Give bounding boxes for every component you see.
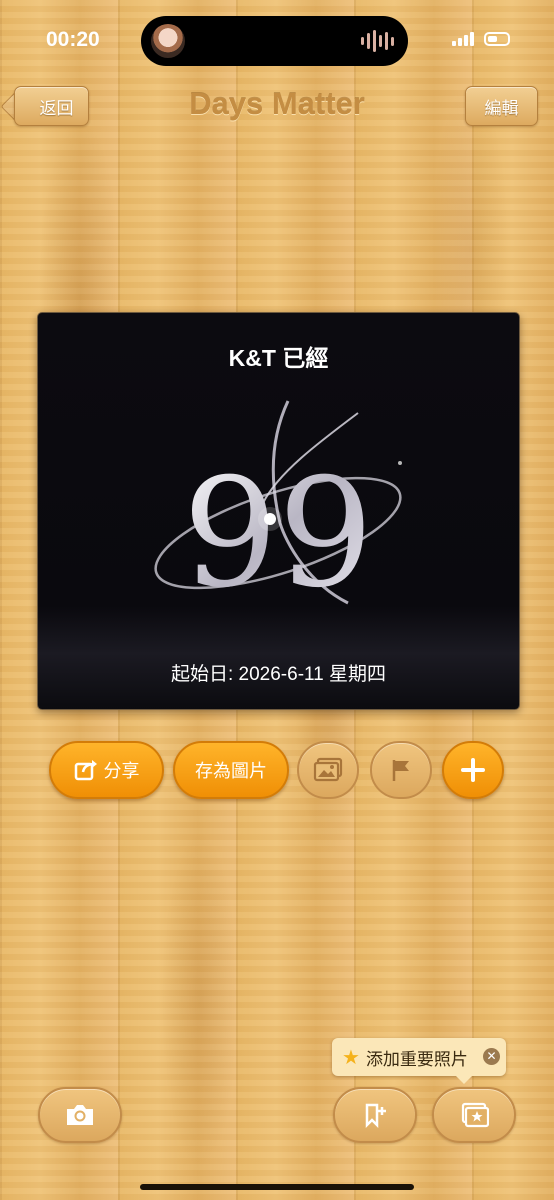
- battery-icon: [484, 32, 510, 46]
- album-art-thumbnail: [151, 24, 185, 58]
- save-as-image-button[interactable]: 存為圖片: [173, 741, 289, 799]
- status-icons: [452, 32, 510, 46]
- signal-icon: [452, 32, 474, 46]
- star-icon: ★: [342, 1046, 360, 1069]
- tooltip-text: 添加重要照片: [365, 1049, 468, 1069]
- event-card[interactable]: K&T 已經 99 起始日: 2026-6-11 星期四: [37, 312, 520, 710]
- photo-icon: [313, 757, 343, 782]
- event-title: K&T 已經: [228, 345, 329, 371]
- flag-button[interactable]: [370, 741, 432, 799]
- camera-icon: [67, 1105, 93, 1125]
- share-button[interactable]: 分享: [49, 741, 164, 799]
- dynamic-island[interactable]: [141, 16, 408, 66]
- start-date: 起始日: 2026-6-11 星期四: [170, 664, 387, 685]
- share-label: 分享: [103, 761, 140, 781]
- audio-wave-icon: [361, 30, 394, 52]
- status-time: 00:20: [46, 28, 100, 51]
- background-photo-button[interactable]: [297, 741, 359, 799]
- plus-icon: [461, 758, 485, 782]
- add-button[interactable]: [442, 741, 504, 799]
- bookmark-add-icon: [365, 1103, 386, 1129]
- day-count-artwork: 99: [154, 400, 402, 621]
- edit-button[interactable]: 編輯: [465, 86, 538, 126]
- add-photo-tooltip[interactable]: ★ 添加重要照片 ✕: [332, 1038, 506, 1084]
- save-as-image-label: 存為圖片: [195, 761, 267, 781]
- close-icon[interactable]: ✕: [483, 1048, 500, 1065]
- photo-gallery-button[interactable]: [432, 1087, 516, 1143]
- gallery-icon: [461, 1102, 489, 1128]
- day-count: 99: [183, 447, 374, 621]
- camera-button[interactable]: [38, 1087, 122, 1143]
- edit-button-label: 編輯: [484, 98, 519, 118]
- home-indicator[interactable]: [140, 1184, 414, 1190]
- add-bookmark-button[interactable]: [333, 1087, 417, 1143]
- flag-icon: [392, 760, 409, 781]
- share-icon: [74, 760, 97, 781]
